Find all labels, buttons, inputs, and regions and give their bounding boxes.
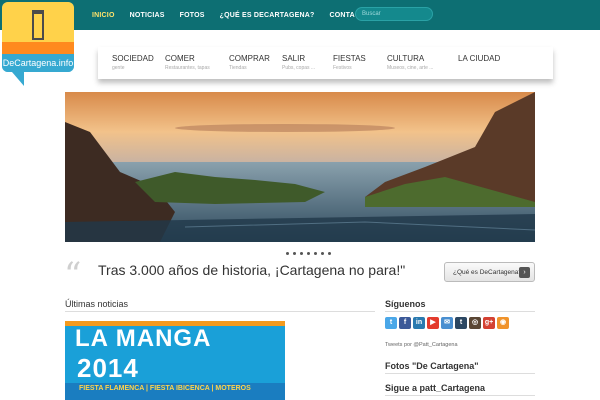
slider-dot[interactable]: [321, 252, 324, 255]
news-featured-image[interactable]: LA MANGA 2014 FIESTA FLAMENCA | FIESTA I…: [65, 321, 285, 400]
logo-tower-icon: [32, 10, 44, 40]
tumblr-icon[interactable]: t: [455, 317, 467, 329]
hero-slider[interactable]: [65, 92, 535, 242]
facebook-icon[interactable]: f: [399, 317, 411, 329]
twitter-icon[interactable]: t: [385, 317, 397, 329]
category-cultura[interactable]: CULTURA Museos, cine, arte ...: [387, 54, 433, 72]
slider-dot[interactable]: [286, 252, 289, 255]
divider: [65, 311, 375, 312]
tweets-link[interactable]: Tweets por @Patt_Cartagena: [385, 342, 458, 348]
nav-inicio[interactable]: INICIO: [92, 12, 115, 19]
email-icon[interactable]: ✉: [441, 317, 453, 329]
news-section-title: Últimas noticias: [65, 299, 129, 309]
slider-dots: [286, 252, 331, 255]
category-title: CULTURA: [387, 54, 425, 63]
divider: [385, 311, 535, 312]
category-sociedad[interactable]: SOCIEDAD gente: [112, 54, 154, 72]
slider-dot[interactable]: [314, 252, 317, 255]
que-es-button[interactable]: ¿Qué es DeCartagena? ›: [444, 262, 535, 282]
category-nav: SOCIEDAD gente COMER Restaurantes, tapas…: [98, 47, 553, 79]
search-input[interactable]: Buscar: [355, 7, 433, 21]
logo-sun-band: [2, 42, 74, 54]
nav-fotos[interactable]: FOTOS: [180, 12, 205, 19]
rss-icon[interactable]: ◉: [497, 317, 509, 329]
quote-mark-icon: “: [64, 255, 82, 295]
arrow-right-icon: ›: [519, 267, 530, 278]
slider-dot[interactable]: [293, 252, 296, 255]
googleplus-icon[interactable]: g+: [483, 317, 495, 329]
social-icons: t f in ▶ ✉ t ◎ g+ ◉: [385, 317, 509, 329]
category-subtitle: Restaurantes, tapas: [165, 65, 210, 71]
site-logo[interactable]: DeCartagena.info: [2, 2, 74, 72]
category-la-ciudad[interactable]: LA CIUDAD: [458, 54, 500, 64]
divider: [385, 395, 535, 396]
youtube-icon[interactable]: ▶: [427, 317, 439, 329]
instagram-icon[interactable]: ◎: [469, 317, 481, 329]
category-salir[interactable]: SALIR Pubs, copas ...: [282, 54, 315, 72]
que-es-button-label: ¿Qué es DeCartagena?: [453, 268, 523, 276]
category-comer[interactable]: COMER Restaurantes, tapas: [165, 54, 210, 72]
nav-noticias[interactable]: NOTICIAS: [130, 12, 165, 19]
banner-title: LA MANGA: [75, 325, 212, 352]
category-title: LA CIUDAD: [458, 54, 501, 63]
category-title: COMPRAR: [229, 54, 270, 63]
logo-text: DeCartagena.info: [2, 54, 74, 72]
category-title: FIESTAS: [333, 54, 366, 63]
linkedin-icon[interactable]: in: [413, 317, 425, 329]
category-subtitle: Festivos: [333, 65, 352, 71]
banner-year: 2014: [77, 353, 139, 383]
follow-user-title: Sigue a patt_Cartagena: [385, 383, 486, 393]
divider: [385, 373, 535, 374]
category-subtitle: Tiendas: [229, 65, 247, 71]
category-fiestas[interactable]: FIESTAS Festivos: [333, 54, 366, 72]
category-title: COMER: [165, 54, 195, 63]
category-title: SOCIEDAD: [112, 54, 154, 63]
top-nav: INICIO NOTICIAS FOTOS ¿QUÉ ES DECARTAGEN…: [92, 0, 370, 30]
category-subtitle: Pubs, copas ...: [282, 65, 316, 71]
follow-title: Síguenos: [385, 299, 426, 309]
category-subtitle: gente: [112, 65, 125, 71]
category-subtitle: Museos, cine, arte ...: [387, 65, 434, 71]
slider-dot[interactable]: [328, 252, 331, 255]
banner-subtitle: FIESTA FLAMENCA | FIESTA IBICENCA | MOTE…: [79, 385, 251, 392]
logo-speech-tail: [12, 72, 24, 86]
photos-title: Fotos "De Cartagena": [385, 361, 479, 371]
category-title: SALIR: [282, 54, 306, 63]
nav-que-es[interactable]: ¿QUÉ ES DECARTAGENA?: [220, 12, 315, 19]
slider-dot[interactable]: [307, 252, 310, 255]
tagline: Tras 3.000 años de historia, ¡Cartagena …: [98, 262, 406, 278]
hero-seascape-image: [65, 92, 535, 242]
slider-dot[interactable]: [300, 252, 303, 255]
category-comprar[interactable]: COMPRAR Tiendas: [229, 54, 270, 72]
